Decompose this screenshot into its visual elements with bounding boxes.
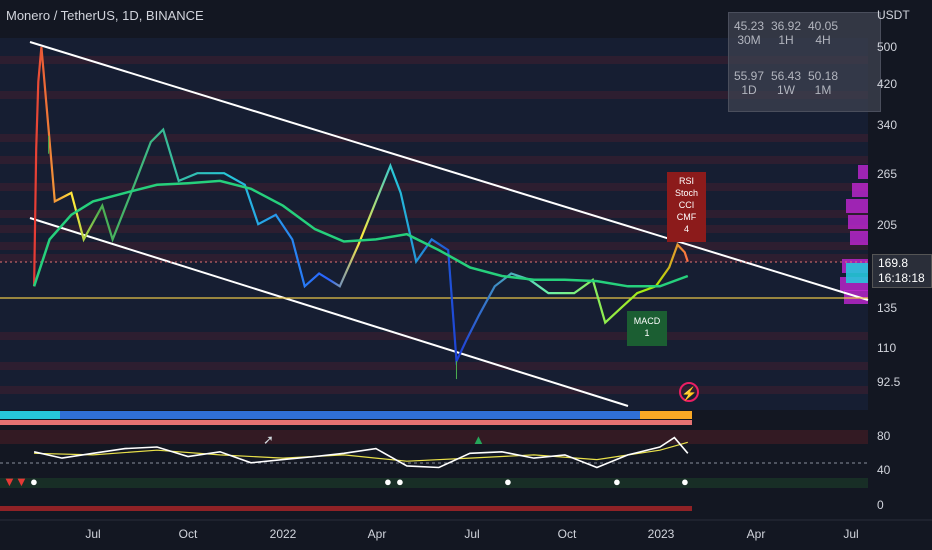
resistance-band	[0, 332, 868, 340]
heat-strip-segment	[640, 411, 692, 419]
y-tick-label: 340	[877, 118, 898, 132]
tf-value-30m: 45.23	[733, 19, 765, 33]
tf-value-1d: 55.97	[733, 69, 765, 83]
tf-value-1h: 36.92	[770, 19, 802, 33]
tf-label-1m: 1M	[814, 83, 832, 97]
timeframe-table: 45.23 30M 36.92 1H 40.05 4H 55.97 1D 56.…	[728, 12, 881, 112]
x-tick-label: Oct	[178, 527, 198, 541]
x-tick-label: Jul	[843, 527, 859, 541]
badge-line: 4	[683, 224, 689, 234]
triangle-down-icon: ▼	[3, 474, 16, 489]
osc-tick-label: 80	[877, 429, 891, 443]
tf-label-1d: 1D	[741, 83, 757, 97]
resistance-band	[0, 225, 868, 233]
triangle-down-icon: ▼	[15, 474, 28, 489]
x-tick-label: Apr	[367, 527, 387, 541]
signal-badge-bullish: MACD 1	[627, 311, 667, 346]
overbought-zone	[0, 430, 868, 444]
panda-icon: ●	[681, 474, 689, 489]
panda-icon: ●	[504, 474, 512, 489]
tf-value-4h: 40.05	[807, 19, 839, 33]
y-tick-label: 420	[877, 77, 898, 91]
x-tick-label: Jul	[464, 527, 480, 541]
resistance-band	[0, 362, 868, 370]
resistance-band	[0, 386, 868, 394]
panda-icon: ●	[613, 474, 621, 489]
rocket-icon: ➚	[263, 432, 274, 447]
tf-label-1w: 1W	[777, 83, 795, 97]
current-price: 169.8	[878, 256, 909, 270]
resistance-band	[0, 183, 868, 191]
volume-profile-bar	[852, 183, 868, 197]
current-price-label: 169.8 16:18:18	[872, 254, 932, 288]
volume-strip	[0, 506, 692, 511]
resistance-band	[0, 134, 868, 142]
volume-profile-bar	[846, 199, 868, 213]
x-tick-label: 2022	[269, 527, 297, 541]
x-tick-label: Oct	[557, 527, 577, 541]
symbol-title: Monero / TetherUS, 1D, BINANCE	[6, 8, 204, 23]
y-tick-label: 500	[877, 40, 898, 54]
x-tick-label: Apr	[746, 527, 766, 541]
osc-tick-label: 40	[877, 463, 891, 477]
heat-strip	[0, 411, 692, 419]
y-tick-label: 135	[877, 301, 898, 315]
tf-value-1m: 50.18	[807, 69, 839, 83]
panda-icon: ●	[30, 474, 38, 489]
volume-profile-poc	[846, 263, 868, 283]
badge-line: CMF	[676, 212, 697, 222]
candle-countdown: 16:18:18	[878, 271, 925, 285]
badge-line: CCI	[678, 200, 695, 210]
volume-profile-bar	[848, 215, 868, 229]
resistance-band	[0, 156, 868, 164]
tf-label-1h: 1H	[778, 33, 794, 47]
badge-line: RSI	[678, 176, 694, 186]
resistance-band	[0, 210, 868, 218]
bolt-icon[interactable]: ⚡	[679, 382, 699, 402]
y-tick-label: 110	[877, 341, 897, 355]
panda-icon: ●	[396, 474, 404, 489]
badge-line: Stoch	[674, 188, 698, 198]
oversold-zone	[0, 478, 868, 488]
y-tick-label: 92.5	[877, 375, 901, 389]
x-tick-label: 2023	[647, 527, 675, 541]
x-tick-label: Jul	[85, 527, 101, 541]
panda-icon: ●	[384, 474, 392, 489]
badge-line: 1	[644, 328, 650, 338]
tf-value-1w: 56.43	[770, 69, 802, 83]
osc-tick-label: 0	[877, 498, 884, 512]
volume-profile-bar	[850, 231, 868, 245]
currency-label: USDT	[877, 8, 910, 22]
triangle-up-icon: ▲	[472, 432, 485, 447]
badge-line: MACD	[633, 316, 661, 326]
tf-label-4h: 4H	[815, 33, 831, 47]
signal-badge-bearish: RSI Stoch CCI CMF 4	[667, 172, 706, 242]
tf-label-30m: 30M	[737, 33, 761, 47]
y-tick-label: 265	[877, 167, 898, 181]
heat-strip-segment	[0, 411, 60, 419]
heat-strip-lower	[0, 420, 692, 425]
volume-profile-bar	[858, 165, 868, 179]
y-tick-label: 205	[877, 218, 898, 232]
